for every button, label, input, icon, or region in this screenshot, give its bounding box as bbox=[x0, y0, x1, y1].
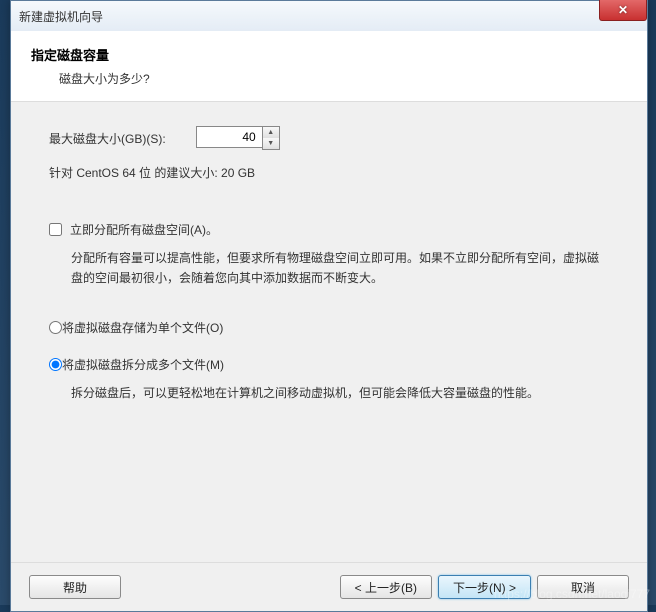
store-single-radio[interactable] bbox=[49, 321, 62, 334]
storage-radio-group: 将虚拟磁盘存储为单个文件(O) 将虚拟磁盘拆分成多个文件(M) 拆分磁盘后，可以… bbox=[49, 319, 609, 403]
cancel-button[interactable]: 取消 bbox=[537, 575, 629, 599]
window-title: 新建虚拟机向导 bbox=[19, 8, 103, 25]
close-icon: ✕ bbox=[618, 3, 628, 17]
store-single-row[interactable]: 将虚拟磁盘存储为单个文件(O) bbox=[49, 319, 609, 336]
header-panel: 指定磁盘容量 磁盘大小为多少? bbox=[11, 31, 647, 102]
disk-size-label: 最大磁盘大小(GB)(S): bbox=[49, 130, 166, 147]
wizard-window: 新建虚拟机向导 ✕ 指定磁盘容量 磁盘大小为多少? 最大磁盘大小(GB)(S):… bbox=[10, 0, 648, 612]
close-button[interactable]: ✕ bbox=[599, 0, 647, 21]
help-button[interactable]: 帮助 bbox=[29, 575, 121, 599]
button-bar: 帮助 < 上一步(B) 下一步(N) > 取消 bbox=[11, 562, 647, 611]
allocate-description: 分配所有容量可以提高性能，但要求所有物理磁盘空间立即可用。如果不立即分配所有空间… bbox=[71, 248, 609, 289]
titlebar: 新建虚拟机向导 ✕ bbox=[11, 1, 647, 31]
spinner-up-button[interactable]: ▲ bbox=[263, 127, 279, 138]
recommended-size: 针对 CentOS 64 位 的建议大小: 20 GB bbox=[49, 164, 609, 181]
header-subtitle: 磁盘大小为多少? bbox=[59, 70, 627, 87]
disk-size-spinner: ▲ ▼ bbox=[196, 126, 280, 150]
allocate-checkbox[interactable] bbox=[49, 223, 62, 236]
allocate-immediately-option: 立即分配所有磁盘空间(A)。 分配所有容量可以提高性能，但要求所有物理磁盘空间立… bbox=[49, 221, 609, 289]
store-split-description: 拆分磁盘后，可以更轻松地在计算机之间移动虚拟机，但可能会降低大容量磁盘的性能。 bbox=[71, 383, 609, 403]
content-area: 最大磁盘大小(GB)(S): ▲ ▼ 针对 CentOS 64 位 的建议大小:… bbox=[11, 102, 647, 562]
allocate-checkbox-row[interactable]: 立即分配所有磁盘空间(A)。 bbox=[49, 221, 609, 238]
allocate-label: 立即分配所有磁盘空间(A)。 bbox=[70, 221, 218, 238]
back-button[interactable]: < 上一步(B) bbox=[340, 575, 432, 599]
store-single-label: 将虚拟磁盘存储为单个文件(O) bbox=[62, 319, 223, 336]
spinner-buttons: ▲ ▼ bbox=[262, 126, 280, 150]
disk-size-row: 最大磁盘大小(GB)(S): ▲ ▼ bbox=[49, 126, 609, 150]
store-split-row[interactable]: 将虚拟磁盘拆分成多个文件(M) bbox=[49, 356, 609, 373]
store-split-radio[interactable] bbox=[49, 358, 62, 371]
store-split-label: 将虚拟磁盘拆分成多个文件(M) bbox=[62, 356, 224, 373]
header-title: 指定磁盘容量 bbox=[31, 45, 627, 64]
next-button[interactable]: 下一步(N) > bbox=[438, 575, 531, 599]
spinner-down-button[interactable]: ▼ bbox=[263, 138, 279, 149]
disk-size-input[interactable] bbox=[196, 126, 262, 148]
